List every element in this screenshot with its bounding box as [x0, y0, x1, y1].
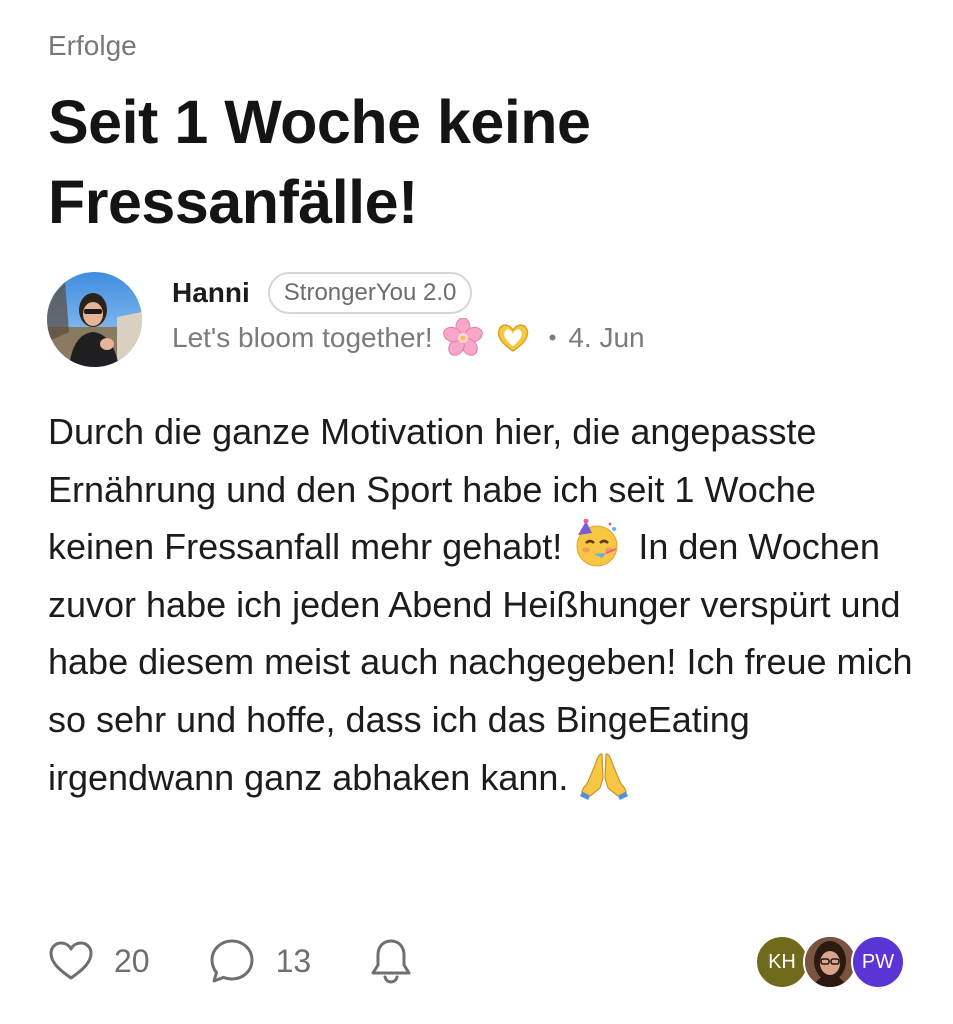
heart-icon	[49, 941, 93, 980]
author-name[interactable]: Hanni	[172, 277, 250, 309]
partying-face-icon	[576, 519, 618, 567]
participant-avatar-photo	[803, 935, 857, 989]
comment-count: 13	[275, 942, 312, 979]
comment-button[interactable]: 13	[208, 937, 312, 985]
like-count: 20	[114, 942, 150, 979]
notify-button[interactable]	[369, 937, 413, 985]
comment-bubble-icon	[210, 939, 254, 983]
heart-hands-icon	[497, 324, 528, 352]
user-photo-avatar	[47, 272, 142, 367]
folded-hands-icon	[580, 753, 629, 800]
participant-avatar: KH	[755, 935, 809, 989]
participants-stack[interactable]: KH PW	[755, 935, 905, 989]
author-avatar[interactable]	[47, 272, 142, 367]
like-button[interactable]: 20	[48, 940, 150, 982]
author-tagline: Let's bloom together!	[172, 322, 433, 353]
cherry-blossom-icon	[442, 318, 483, 356]
post-category[interactable]: Erfolge	[48, 30, 137, 62]
group-badge[interactable]: StrongerYou 2.0	[267, 272, 473, 314]
bell-icon	[371, 939, 411, 984]
post-date: 4. Jun	[568, 322, 645, 353]
participant-initials: PW	[861, 950, 895, 973]
separator-dot: •	[548, 325, 557, 350]
participant-initials: KH	[768, 950, 796, 973]
user-photo-avatar	[805, 937, 855, 987]
participant-avatar: PW	[851, 935, 905, 989]
post-title: Seit 1 Woche keine Fressanfälle!	[48, 88, 591, 236]
post-body: Durch die ganze Motivation hier, die ang…	[48, 403, 918, 807]
